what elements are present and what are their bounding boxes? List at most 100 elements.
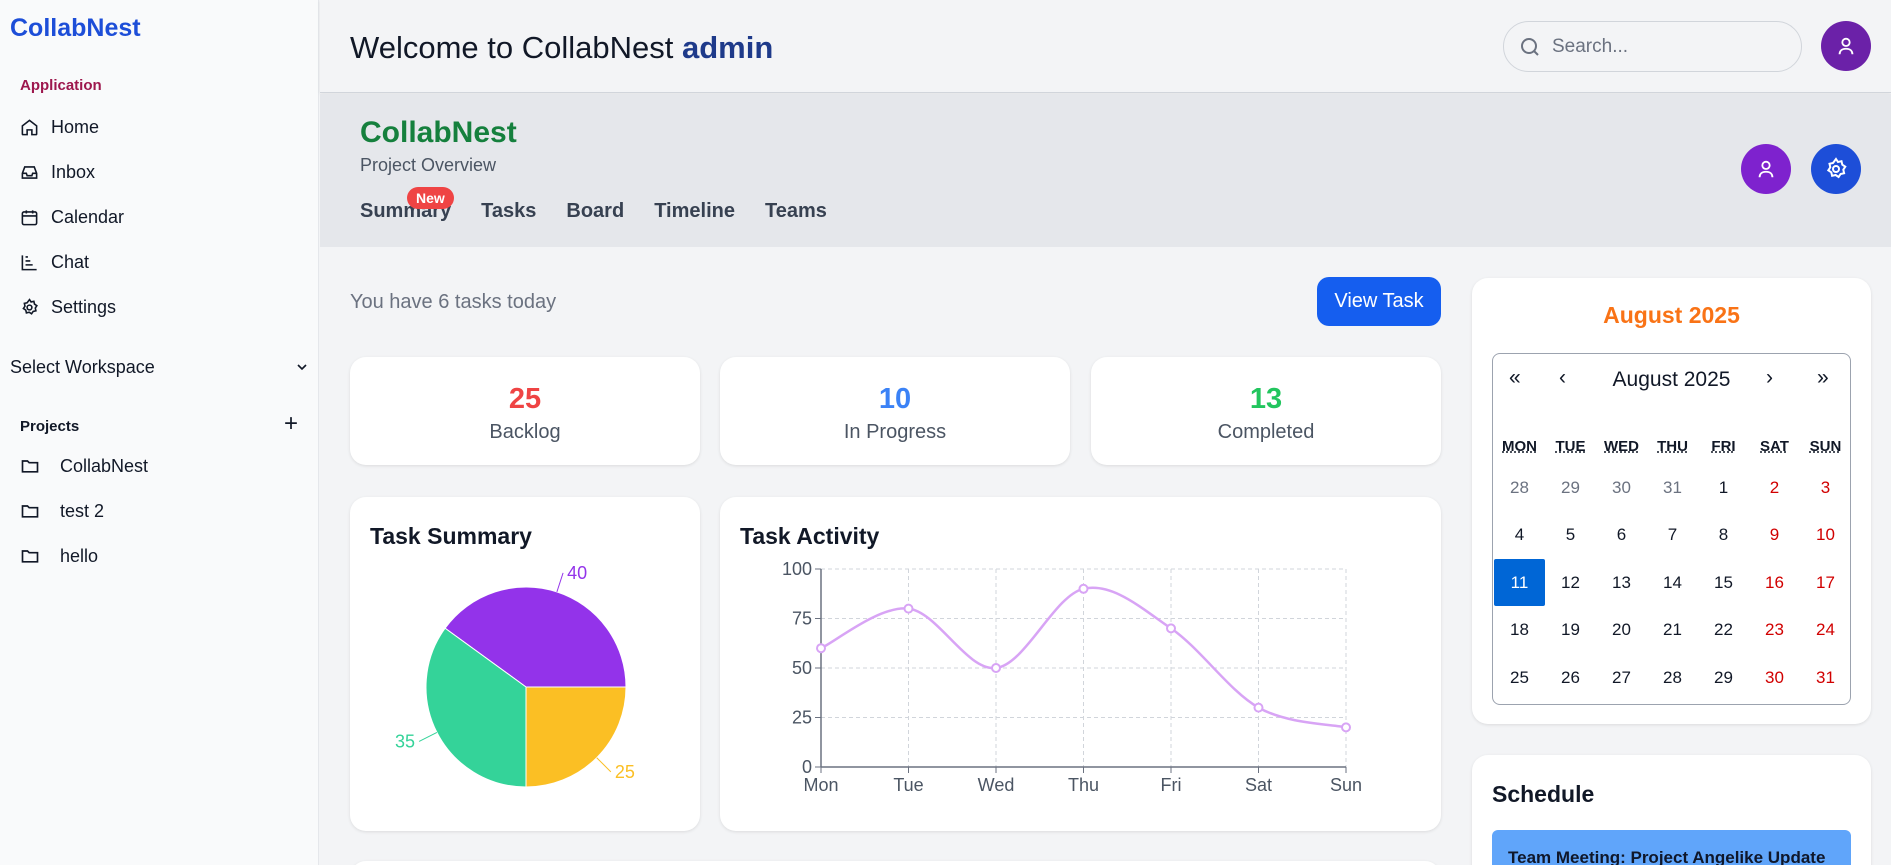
y-tick-label: 0	[802, 757, 812, 777]
sidebar-item-inbox[interactable]: Inbox	[20, 157, 95, 187]
calendar-next-month-button[interactable]: ›	[1766, 366, 1773, 390]
x-tick-label: Sat	[1245, 775, 1272, 795]
tasks-new-badge: New	[407, 187, 454, 209]
sidebar-item-calendar[interactable]: Calendar	[20, 202, 124, 232]
calendar-day[interactable]: 15	[1698, 559, 1749, 606]
pie-label-line	[596, 757, 612, 773]
pie-data-label: 25	[615, 762, 635, 782]
welcome-heading: Welcome to CollabNest admin	[350, 30, 773, 66]
calendar-day[interactable]: 6	[1596, 512, 1647, 559]
calendar-day[interactable]: 8	[1698, 512, 1749, 559]
calendar-day[interactable]: 1	[1698, 464, 1749, 511]
welcome-user: admin	[681, 30, 774, 65]
calendar-day[interactable]: 17	[1800, 559, 1851, 606]
calendar-day[interactable]: 2	[1749, 464, 1800, 511]
search-box[interactable]	[1503, 21, 1802, 72]
sidebar-project-hello[interactable]: hello	[20, 541, 98, 571]
data-point[interactable]	[1078, 583, 1089, 594]
data-point[interactable]	[1253, 702, 1264, 713]
task-summary-card: Task Summary 40 25 35	[350, 497, 700, 831]
user-avatar-button[interactable]	[1821, 21, 1871, 71]
calendar-day[interactable]: 29	[1545, 464, 1596, 511]
calendar-day[interactable]: 29	[1698, 654, 1749, 701]
calendar-day[interactable]: 21	[1647, 607, 1698, 654]
pie-slice[interactable]	[525, 686, 627, 788]
calendar-day[interactable]: 31	[1800, 654, 1851, 701]
sidebar-item-label: Calendar	[51, 206, 125, 227]
calendar-weekday-label: TUE	[1555, 438, 1586, 455]
stat-value: 25	[508, 383, 542, 415]
view-task-button[interactable]: View Task	[1317, 277, 1441, 326]
folder-icon	[21, 550, 39, 563]
data-point[interactable]	[816, 643, 826, 654]
calendar-day[interactable]: 25	[1494, 654, 1545, 701]
calendar-day[interactable]: 3	[1800, 464, 1851, 511]
calendar-day[interactable]: 30	[1596, 464, 1647, 511]
sidebar-item-home[interactable]: Home	[20, 112, 99, 142]
calendar-card: August 2025 « ‹ August 2025 › » MON TUE WE…	[1472, 278, 1871, 724]
calendar-day[interactable]: 31	[1647, 464, 1698, 511]
x-tick-label: Fri	[1161, 775, 1182, 795]
workspace-select[interactable]: Select Workspace	[10, 352, 310, 382]
calendar-day[interactable]: 28	[1647, 654, 1698, 701]
y-tick-label: 50	[792, 658, 812, 678]
pie-label-line	[418, 731, 438, 742]
y-tick-label: 75	[792, 609, 812, 629]
folder-icon	[21, 505, 39, 518]
calendar-day[interactable]: 30	[1749, 654, 1800, 701]
search-input[interactable]	[1552, 35, 1772, 58]
calendar-weekday-label: MON	[1502, 438, 1537, 455]
calendar-day[interactable]: 24	[1800, 607, 1851, 654]
add-project-button[interactable]: +	[284, 412, 298, 436]
tab-tasks[interactable]: Tasks	[481, 200, 536, 223]
calendar-day[interactable]: 7	[1647, 512, 1698, 559]
calendar-day[interactable]: 10	[1800, 512, 1851, 559]
schedule-card: Schedule Team Meeting: Project Angelike …	[1472, 755, 1871, 865]
project-members-button[interactable]	[1741, 144, 1791, 194]
data-point[interactable]	[903, 603, 914, 614]
data-point[interactable]	[1166, 623, 1176, 634]
calendar-day[interactable]: 13	[1596, 559, 1647, 606]
sidebar-item-chat[interactable]: Chat	[20, 247, 89, 277]
calendar-day[interactable]: 26	[1545, 654, 1596, 701]
brand-logo[interactable]: CollabNest	[10, 14, 141, 43]
schedule-item[interactable]: Team Meeting: Project Angelike Update	[1492, 830, 1851, 865]
sidebar-item-settings[interactable]: Settings	[20, 292, 116, 322]
calendar-weekday-label: SAT	[1760, 438, 1789, 455]
calendar-weekday-label: WED	[1604, 438, 1639, 455]
project-settings-button[interactable]	[1811, 144, 1861, 194]
calendar-widget: « ‹ August 2025 › » MON TUE WED THU FRI SAT SU…	[1492, 353, 1851, 705]
data-point[interactable]	[991, 663, 1001, 673]
calendar-day[interactable]: 23	[1749, 607, 1800, 654]
sidebar-project-collabnest[interactable]: CollabNest	[20, 451, 148, 481]
calendar-day[interactable]: 11	[1494, 559, 1545, 606]
calendar-day[interactable]: 16	[1749, 559, 1800, 606]
calendar-day[interactable]: 19	[1545, 607, 1596, 654]
calendar-month-label[interactable]: August 2025	[1493, 368, 1850, 392]
calendar-day[interactable]: 27	[1596, 654, 1647, 701]
sidebar-project-test-2[interactable]: test 2	[20, 496, 104, 526]
calendar-day[interactable]: 14	[1647, 559, 1698, 606]
tab-board[interactable]: Board	[566, 200, 624, 223]
calendar-day[interactable]: 5	[1545, 512, 1596, 559]
calendar-day[interactable]: 9	[1749, 512, 1800, 559]
tab-teams[interactable]: Teams	[765, 200, 827, 223]
calendar-day[interactable]: 12	[1545, 559, 1596, 606]
section-application-label: Application	[20, 77, 102, 94]
tab-timeline[interactable]: Timeline	[654, 200, 735, 223]
calendar-day[interactable]: 22	[1698, 607, 1749, 654]
workspace-select-label: Select Workspace	[10, 356, 155, 377]
calendar-next-year-button[interactable]: »	[1817, 366, 1829, 390]
chevron-down-icon	[297, 364, 307, 371]
calendar-day[interactable]: 4	[1494, 512, 1545, 559]
inbox-icon	[21, 165, 38, 179]
calendar-day[interactable]: 20	[1596, 607, 1647, 654]
pie-data-label: 35	[395, 731, 415, 751]
calendar-day[interactable]: 28	[1494, 464, 1545, 511]
calendar-day[interactable]: 18	[1494, 607, 1545, 654]
calendar-icon	[21, 209, 38, 225]
data-point[interactable]	[1341, 722, 1351, 733]
pie-label-line	[556, 572, 564, 593]
project-header: CollabNest Project Overview Summary Task…	[320, 94, 1891, 247]
x-tick-label: Tue	[893, 775, 923, 795]
